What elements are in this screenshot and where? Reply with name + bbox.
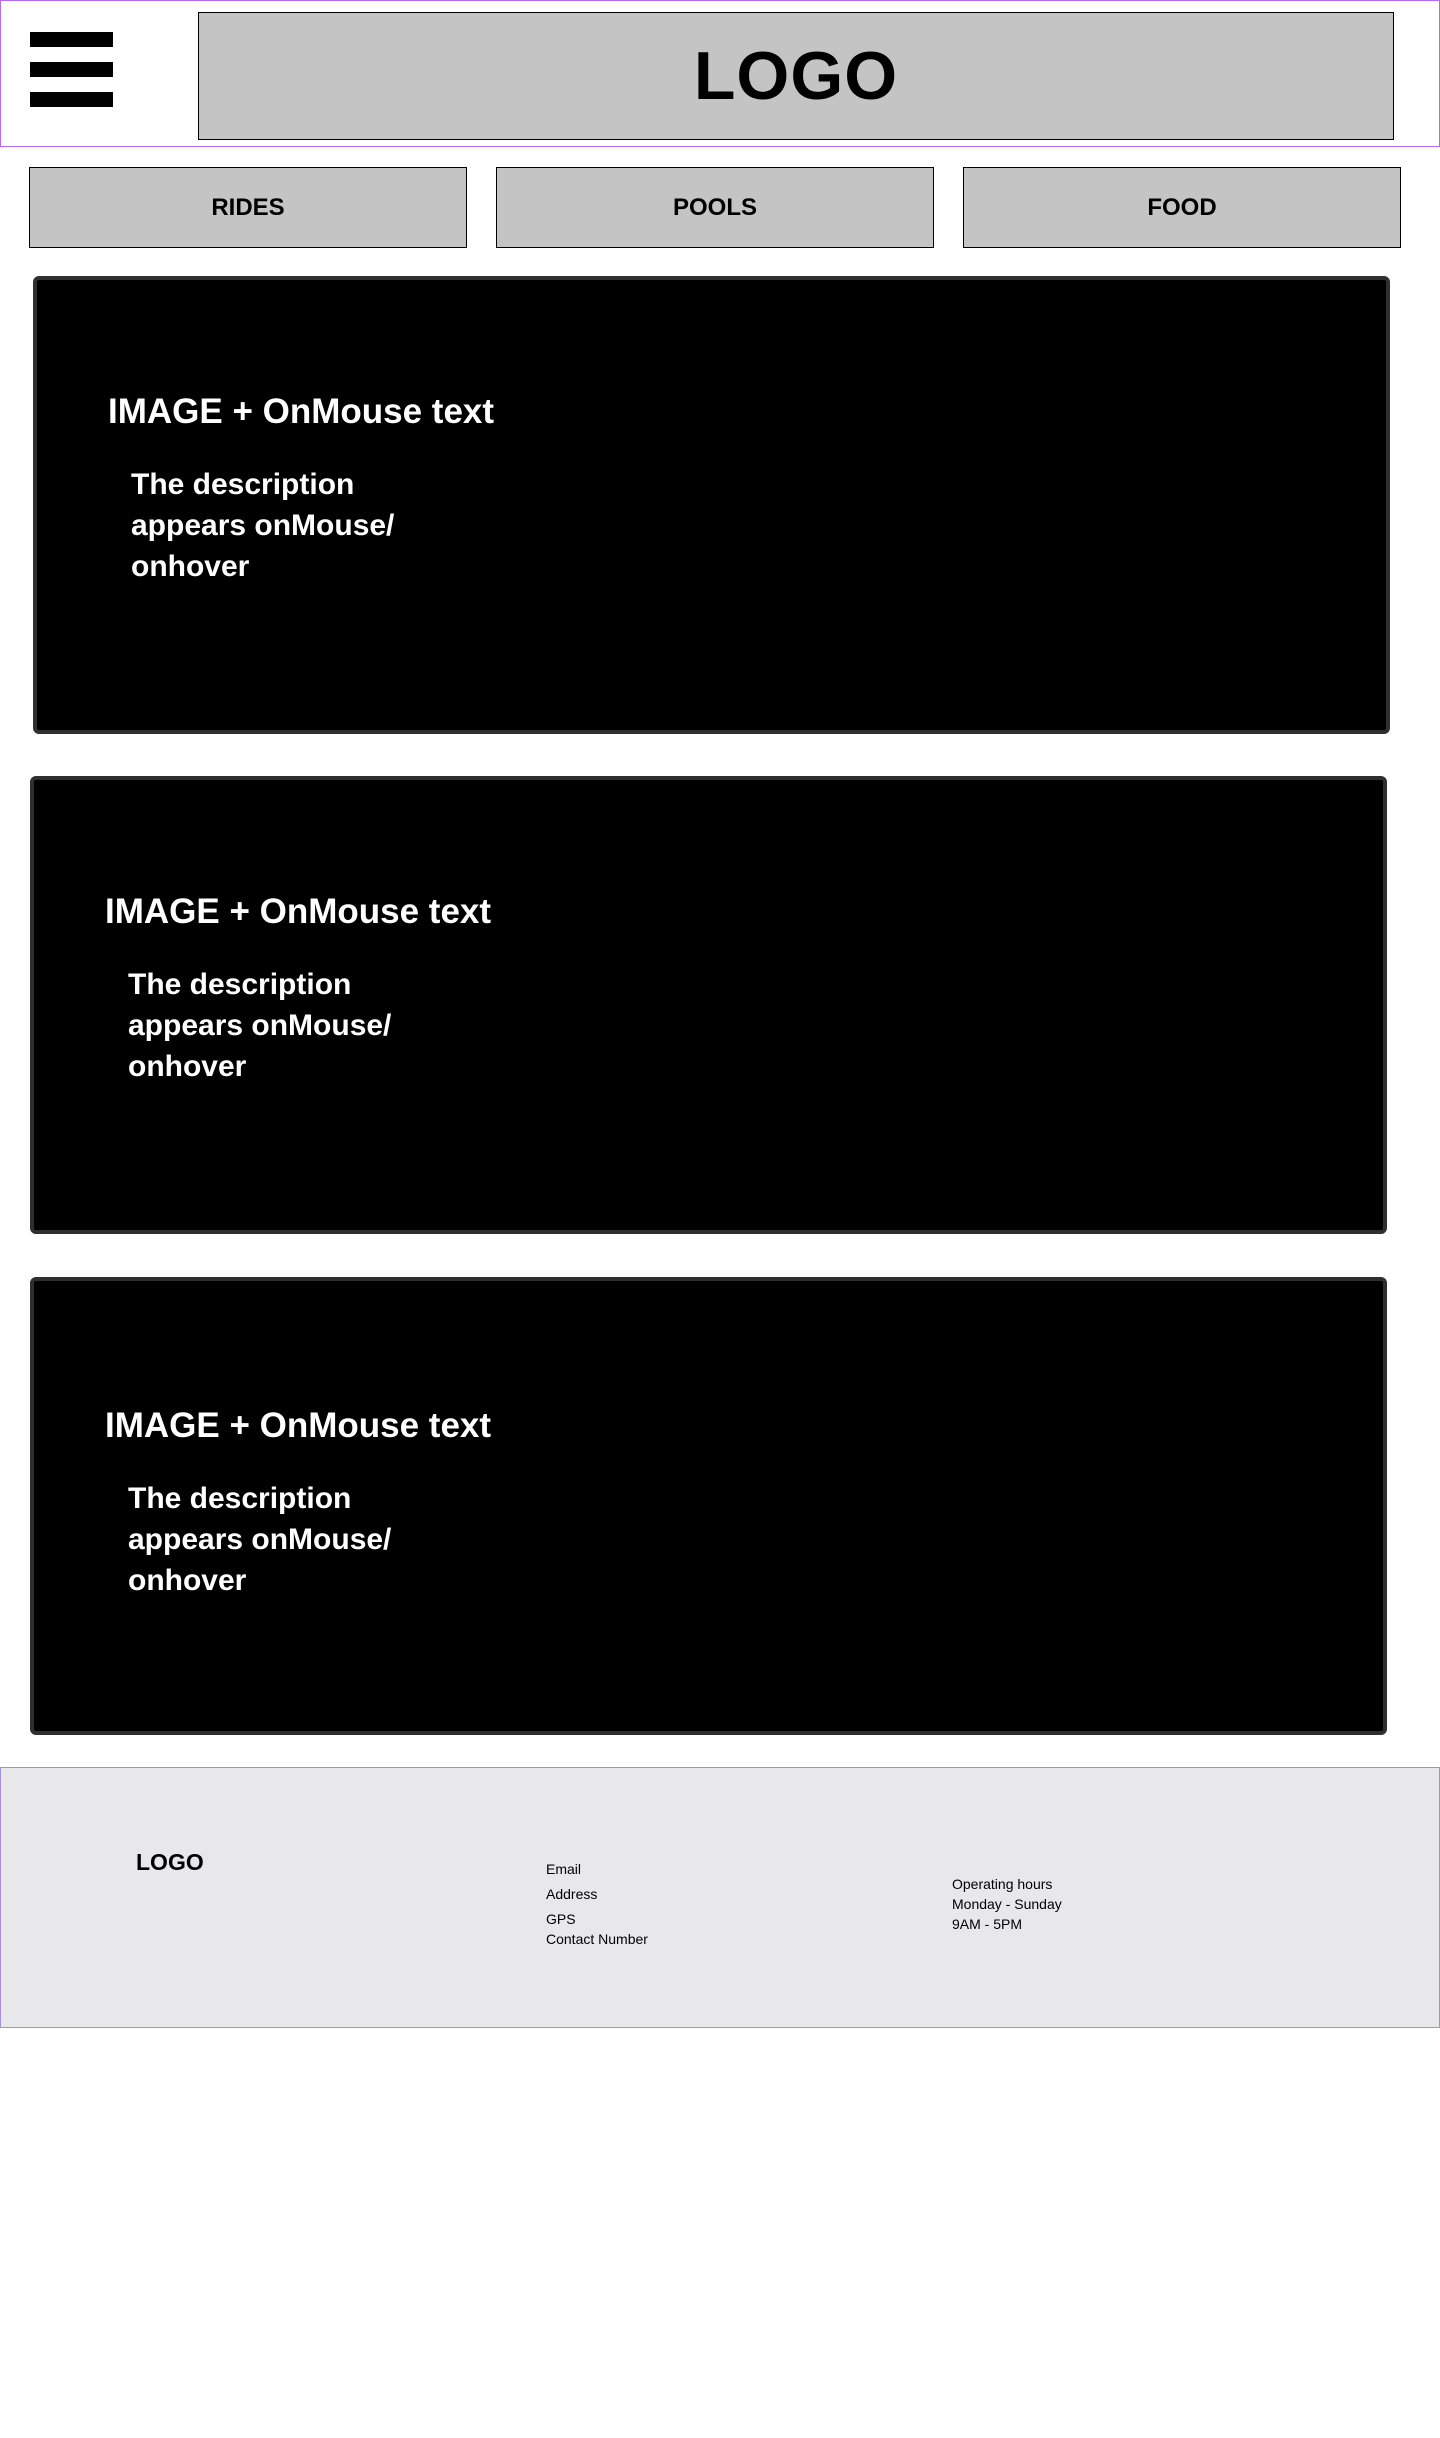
site-footer: LOGO Email Address GPS Contact Number Op… [0,1767,1440,2028]
footer-gps: GPS [546,1911,576,1927]
hours-heading: Operating hours [952,1876,1053,1892]
header-logo-text: LOGO [693,38,899,114]
card-title: IMAGE + OnMouse text [105,1406,492,1445]
hamburger-menu-icon[interactable] [30,32,113,108]
footer-logo[interactable]: LOGO [136,1849,204,1876]
footer-email: Email [546,1861,582,1877]
menu-bar [30,92,113,107]
card-title: IMAGE + OnMouse text [105,892,492,931]
image-card[interactable]: IMAGE + OnMouse text The description app… [30,776,1387,1234]
nav-rides-button[interactable]: RIDES [29,167,467,248]
card-description: The description appears onMouse/ onhover [128,1482,392,1597]
footer-contact-number: Contact Number [546,1931,648,1947]
menu-bar [30,62,113,77]
card-title: IMAGE + OnMouse text [108,392,495,431]
image-card[interactable]: IMAGE + OnMouse text The description app… [33,276,1390,734]
nav-pools-button[interactable]: POOLS [496,167,934,248]
footer-operating-hours: Operating hours Monday - Sunday 9AM - 5P… [952,1874,1062,1934]
hours-days: Monday - Sunday [952,1896,1062,1912]
image-card[interactable]: IMAGE + OnMouse text The description app… [30,1277,1387,1735]
footer-address: Address [546,1886,598,1902]
menu-bar [30,32,113,47]
header-logo[interactable]: LOGO [198,12,1394,140]
nav-food-button[interactable]: FOOD [963,167,1401,248]
hours-time: 9AM - 5PM [952,1916,1023,1932]
site-header: LOGO [0,0,1440,147]
card-description: The description appears onMouse/ onhover [128,968,392,1083]
footer-contact-info: Email Address GPS Contact Number [546,1859,648,1949]
card-description: The description appears onMouse/ onhover [131,468,395,583]
